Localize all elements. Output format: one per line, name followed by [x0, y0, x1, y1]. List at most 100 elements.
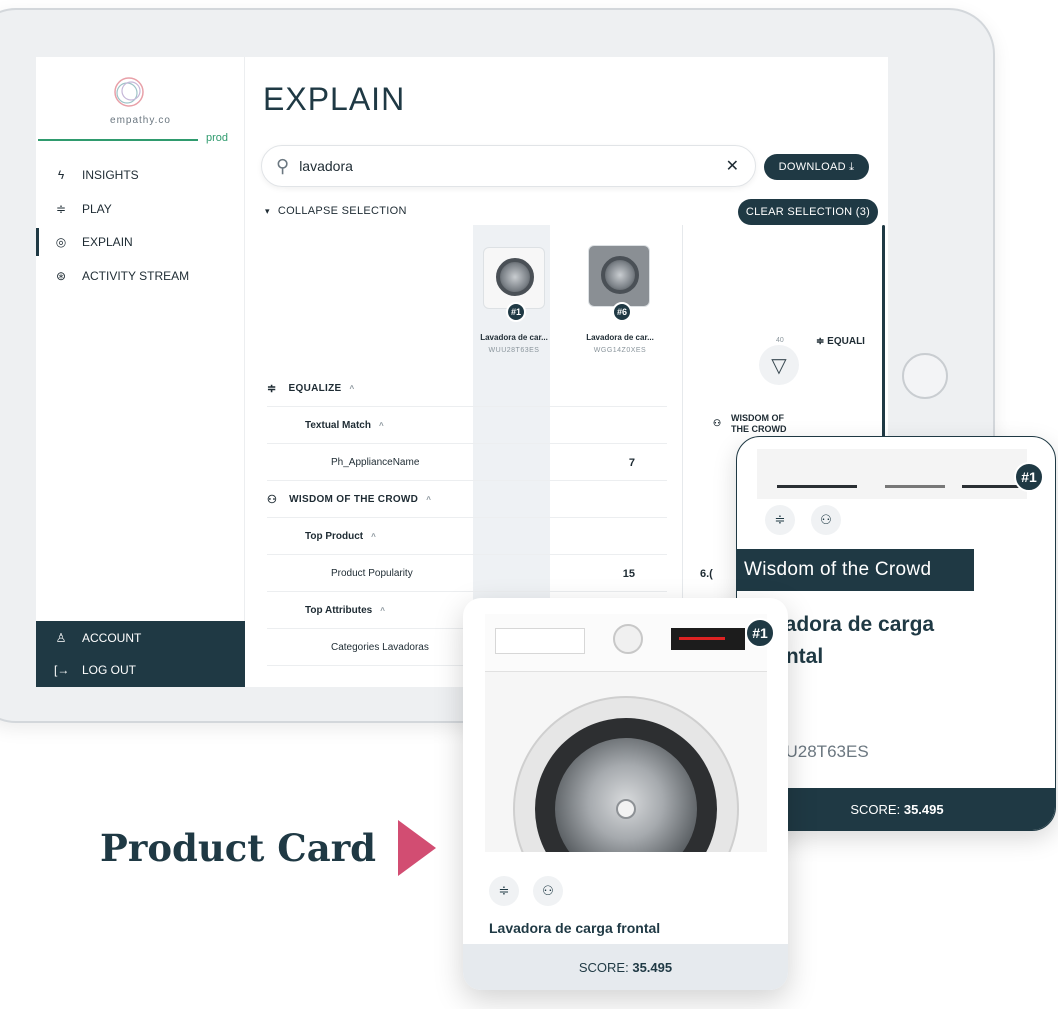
collapse-selection-label: COLLAPSE SELECTION	[277, 205, 407, 217]
sidebar-item-play[interactable]: ≑ PLAY	[36, 195, 245, 223]
arrow-right-icon	[398, 820, 436, 876]
row-label: Top Attributes	[305, 604, 373, 616]
washer-drum-image	[496, 258, 534, 296]
product-name: vadora de carga ontal	[773, 609, 1033, 673]
score-value: 35.495	[903, 801, 944, 817]
washer-drum-image	[601, 256, 639, 294]
sidebar-item-label: ACCOUNT	[82, 631, 142, 645]
row-label: Top Product	[305, 530, 364, 542]
product-image	[485, 614, 767, 852]
crowd-icon[interactable]: ⚇	[811, 505, 841, 535]
chevron-down-icon: ▾	[265, 206, 270, 216]
caret-up-icon: ^	[371, 531, 376, 541]
brand-name: empathy.co	[110, 115, 171, 126]
score-cell: 15	[622, 568, 635, 580]
card-strategy-icons: ≑ ⚇	[765, 505, 841, 535]
row-label: Categories Lavadoras	[331, 641, 429, 653]
score-cell: 7	[628, 457, 635, 469]
crowd-icon[interactable]: ⚇	[533, 876, 563, 906]
rank-badge: #6	[612, 302, 632, 322]
activity-icon: ⊛	[55, 269, 67, 283]
sidebar-item-insights[interactable]: ϟ INSIGHTS	[36, 161, 245, 189]
image-detail	[777, 485, 857, 488]
wisdom-of-the-crowd-label: ⚇ WISDOM OF THE CROWD	[713, 413, 787, 435]
row-label: Product Popularity	[331, 567, 413, 579]
score-value: 35.495	[632, 959, 673, 975]
product-sku: WUU28T63ES	[488, 347, 540, 354]
woc-line-1: WISDOM OF	[731, 413, 784, 423]
env-indicator-line	[38, 139, 198, 141]
sliders-icon[interactable]: ≑	[489, 876, 519, 906]
row-label: EQUALIZE	[288, 382, 342, 394]
rank-badge: #1	[506, 302, 526, 322]
sidebar-item-logout[interactable]: [→ LOG OUT	[36, 656, 245, 684]
detergent-drawer	[495, 628, 585, 654]
environment-label: prod	[206, 132, 229, 144]
washer-display	[671, 628, 745, 650]
tooltip: Wisdom of the Crowd	[736, 549, 974, 591]
page-title: EXPLAIN	[263, 81, 406, 117]
score-label: SCORE:	[578, 959, 629, 975]
rank-badge: #1	[745, 618, 775, 648]
clear-search-icon[interactable]: ✕	[726, 156, 739, 176]
subsection-row[interactable]: Textual Match ^	[267, 407, 667, 444]
search-icon: ⚲	[276, 155, 290, 176]
card-strategy-icons: ≑ ⚇	[489, 876, 563, 906]
product-name: Lavadora de carga frontal	[489, 920, 661, 936]
sidebar-item-label: EXPLAIN	[82, 235, 133, 249]
woc-line-2: THE CROWD	[731, 424, 787, 434]
subsection-row[interactable]: Top Product ^	[267, 518, 667, 555]
sidebar-item-label: ACTIVITY STREAM	[82, 269, 190, 283]
product-thumbnail[interactable]	[588, 245, 650, 307]
sidebar-item-label: PLAY	[82, 202, 112, 216]
sliders-icon[interactable]: ≑	[765, 505, 795, 535]
clear-selection-button[interactable]: CLEAR SELECTION (3)	[738, 199, 878, 225]
section-row-wisdom-of-the-crowd[interactable]: ⚇ WISDOM OF THE CROWD ^	[267, 481, 667, 518]
sidebar-item-activity-stream[interactable]: ⊛ ACTIVITY STREAM	[36, 262, 245, 290]
row-label: WISDOM OF THE CROWD	[289, 493, 419, 505]
equalize-label-text: EQUALI	[827, 336, 865, 347]
score-label: SCORE:	[850, 801, 901, 817]
rank-badge: #1	[1014, 462, 1044, 492]
image-detail	[885, 485, 945, 488]
product-sku: WGG14Z0XES	[593, 347, 647, 354]
sliders-icon: ≑	[816, 336, 828, 347]
product-card-annotation: Product Card	[100, 826, 377, 870]
product-name: Lavadora de car...	[586, 333, 654, 342]
crowd-icon: ⚇	[713, 418, 722, 428]
product-image-cropped	[757, 449, 1027, 499]
product-thumbnail[interactable]	[483, 247, 545, 309]
logout-icon: [→	[54, 663, 70, 677]
empathy-logo-icon	[114, 77, 144, 107]
search-bar[interactable]: ⚲ lavadora ✕	[261, 145, 756, 187]
drum-hub	[616, 799, 636, 819]
product-sku: JU28T63ES	[777, 742, 869, 761]
sidebar-item-label: INSIGHTS	[82, 168, 139, 182]
bolt-icon: ϟ	[57, 168, 65, 182]
section-row-equalize[interactable]: ≑ EQUALIZE ^	[267, 370, 667, 407]
product-name-line-2: ontal	[773, 645, 824, 668]
sliders-icon: ≑	[55, 202, 67, 216]
crowd-icon: ⚇	[267, 493, 278, 506]
score-bar: SCORE: 35.495	[463, 944, 788, 990]
sidebar-bottom: ♙ ACCOUNT [→ LOG OUT	[36, 621, 245, 687]
caret-up-icon: ^	[380, 605, 385, 615]
sliders-icon: ≑	[267, 382, 277, 395]
account-icon: ♙	[55, 631, 67, 645]
sidebar: empathy.co prod ϟ INSIGHTS ≑ PLAY ◎ EXPL…	[36, 57, 245, 687]
equalize-label: ≑ EQUALI	[816, 336, 865, 347]
funnel-icon: ▽	[759, 345, 799, 385]
caret-up-icon: ^	[426, 494, 432, 504]
sidebar-item-account[interactable]: ♙ ACCOUNT	[36, 624, 245, 652]
eye-icon: ◎	[55, 235, 67, 249]
search-input[interactable]: lavadora	[299, 158, 725, 174]
download-button[interactable]: DOWNLOAD ⤓	[764, 154, 869, 180]
sidebar-item-explain[interactable]: ◎ EXPLAIN	[36, 228, 245, 256]
caret-up-icon: ^	[378, 420, 384, 430]
collapse-selection-toggle[interactable]: ▾ COLLAPSE SELECTION	[265, 205, 407, 217]
product-name: Lavadora de car...	[480, 333, 548, 342]
sidebar-item-label: LOG OUT	[82, 663, 137, 677]
product-card[interactable]: ≑ ⚇ Lavadora de carga frontal SCORE: 35.…	[463, 598, 788, 990]
row-label: Textual Match	[305, 419, 371, 431]
home-button	[902, 353, 948, 399]
